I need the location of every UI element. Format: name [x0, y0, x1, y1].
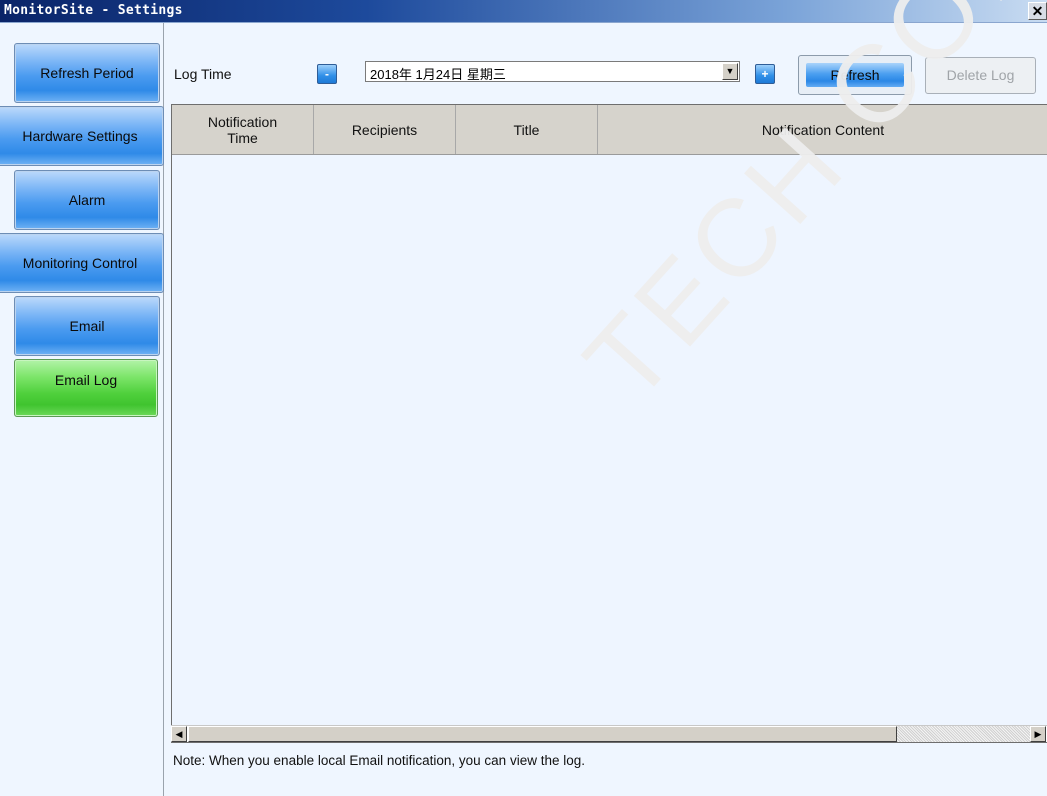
sidebar-item-email-log[interactable]: Email Log — [14, 359, 158, 417]
sidebar: Refresh Period Hardware Settings Alarm M… — [0, 23, 164, 796]
date-increment-button[interactable]: + — [755, 64, 775, 84]
sidebar-item-refresh-period[interactable]: Refresh Period — [14, 43, 160, 103]
sidebar-item-label: Email Log — [54, 372, 118, 388]
log-date-value: 2018年 1月24日 星期三 — [370, 67, 506, 82]
date-decrement-button[interactable]: - — [317, 64, 337, 84]
email-log-note: Note: When you enable local Email notifi… — [173, 753, 585, 768]
column-header-notification-content[interactable]: Notification Content — [598, 105, 1047, 154]
plus-icon: + — [761, 67, 769, 81]
delete-log-button[interactable]: Delete Log — [925, 57, 1036, 94]
scroll-right-icon[interactable]: ▶ — [1030, 726, 1046, 742]
window-title: MonitorSite - Settings — [4, 3, 183, 18]
sidebar-item-email[interactable]: Email — [14, 296, 160, 356]
sidebar-item-label: Alarm — [68, 192, 106, 208]
sidebar-item-label: Email — [69, 318, 105, 334]
refresh-button[interactable]: Refresh — [798, 55, 912, 95]
sidebar-item-label: Monitoring Control — [22, 255, 138, 271]
dropdown-arrow-icon[interactable]: ▼ — [722, 63, 738, 80]
close-button[interactable]: ✕ — [1028, 2, 1047, 20]
title-bar[interactable]: MonitorSite - Settings ✕ — [0, 0, 1047, 23]
sidebar-item-hardware-settings[interactable]: Hardware Settings — [0, 106, 164, 166]
close-icon: ✕ — [1031, 3, 1044, 19]
column-header-notification-time[interactable]: Notification Time — [172, 105, 314, 154]
sidebar-item-label: Hardware Settings — [22, 128, 138, 144]
log-date-picker[interactable]: 2018年 1月24日 星期三 ▼ — [365, 61, 740, 82]
minus-icon: - — [325, 67, 329, 81]
scrollbar-thumb[interactable] — [188, 726, 897, 742]
column-header-title[interactable]: Title — [456, 105, 598, 154]
column-header-recipients[interactable]: Recipients — [314, 105, 456, 154]
log-time-label: Log Time — [174, 66, 232, 82]
sidebar-item-alarm[interactable]: Alarm — [14, 170, 160, 230]
sidebar-item-label: Refresh Period — [40, 65, 134, 81]
sidebar-item-monitoring-control[interactable]: Monitoring Control — [0, 233, 164, 293]
table-header: Notification Time Recipients Title Notif… — [172, 105, 1047, 155]
scroll-left-icon[interactable]: ◀ — [171, 726, 187, 742]
settings-window: MonitorSite - Settings ✕ Refresh Period … — [0, 0, 1047, 796]
scrollbar-track[interactable] — [897, 726, 1030, 742]
email-log-table[interactable]: Notification Time Recipients Title Notif… — [171, 104, 1047, 743]
horizontal-scrollbar[interactable]: ◀ ▶ — [171, 725, 1047, 742]
refresh-button-face: Refresh — [806, 63, 904, 87]
